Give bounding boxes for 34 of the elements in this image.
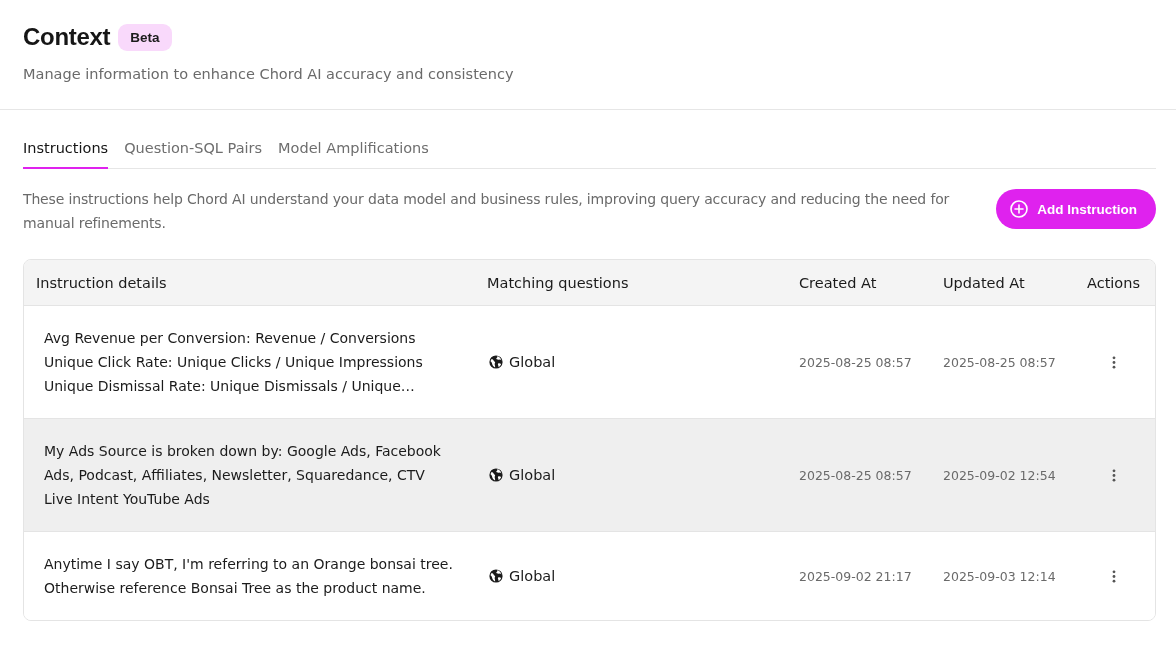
tab[interactable]: Model Amplifications xyxy=(278,138,429,169)
tab[interactable]: Question-SQL Pairs xyxy=(124,138,263,169)
column-header: Updated At xyxy=(942,274,1026,291)
label-badge: Beta xyxy=(118,23,172,51)
add-instruction-button[interactable]: Add Instruction xyxy=(996,189,1156,229)
tab[interactable]: Instructions xyxy=(23,138,109,169)
page-title: Context xyxy=(23,22,111,52)
created-date: 2025-09-02 21:17 xyxy=(798,568,913,584)
table-row[interactable]: My Ads Source is broken down by: Google Ads, Facebook Ads, Podcast, Affiliates, Newsletter, Squaredance, CTV Live Intent YouTube Ads Global 2025-08-25 08:57 2025-09-02 12:54 xyxy=(24,418,1155,531)
instruction-text: My Ads Source is broken down by: Google Ads, Facebook Ads, Podcast, Affiliates, Newsletter, Squaredance, CTV Live Intent YouTube Ads xyxy=(44,442,442,509)
more-icon xyxy=(1112,569,1116,583)
scope-label: Global xyxy=(509,354,556,370)
column-header: Instruction details xyxy=(35,274,168,291)
updated-date: 2025-08-25 08:57 xyxy=(942,354,1057,370)
created-date: 2025-08-25 08:57 xyxy=(798,354,913,370)
column-header: Actions xyxy=(1086,274,1141,291)
intro-text: These instructions help Chord AI understand your data model and business rules, improving query accuracy and reducing the need for manual refinements. xyxy=(23,190,951,233)
created-date: 2025-08-25 08:57 xyxy=(798,467,913,483)
updated-date: 2025-09-02 12:54 xyxy=(942,467,1057,483)
more-icon xyxy=(1112,355,1116,369)
more-icon xyxy=(1112,468,1116,482)
globe-icon xyxy=(489,355,503,369)
globe-icon xyxy=(489,569,503,583)
table-row[interactable]: Anytime I say OBT, I'm referring to an Orange bonsai tree. Otherwise reference Bonsai Tree as the product name. Global 2025-09-02 21:17 2025-09-03 12:14 xyxy=(24,531,1155,620)
scope-label: Global xyxy=(509,568,556,584)
instruction-text: Anytime I say OBT, I'm referring to an Orange bonsai tree. Otherwise reference Bonsai Tree as the product name. xyxy=(44,555,454,598)
updated-date: 2025-09-03 12:14 xyxy=(942,568,1057,584)
scope-label: Global xyxy=(509,467,556,483)
page-subtitle: Manage information to enhance Chord AI accuracy and consistency xyxy=(23,65,515,84)
plus-circle-icon xyxy=(1010,200,1029,218)
column-header: Created At xyxy=(798,274,878,291)
instruction-text: Avg Revenue per Conversion: Revenue / Conversions Unique Click Rate: Unique Clicks / Unique Impressions Unique Dismissal Rate: Unique Dismissals / Unique… xyxy=(44,329,423,396)
column-header: Matching questions xyxy=(486,274,630,291)
globe-icon xyxy=(489,468,503,482)
